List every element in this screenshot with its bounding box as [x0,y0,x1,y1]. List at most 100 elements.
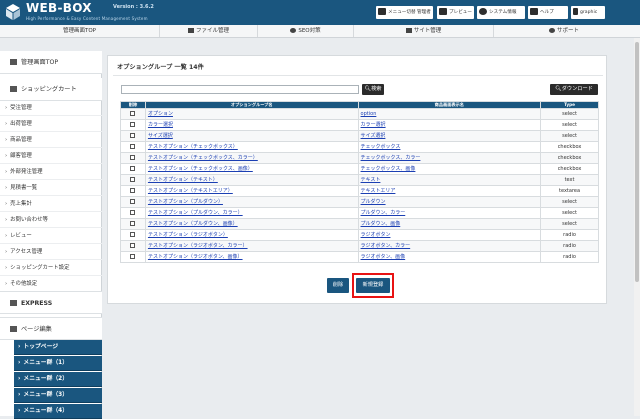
gnav-seo[interactable]: SEO対策 [258,25,354,37]
type-cell: select [540,108,599,120]
main-panel: オプショングループ 一覧 14件 🔍︎検索 🔍︎ダウンロード 削除 オプショング… [107,55,607,304]
table-row: テストオプション（チェックボックス） チェックボックス checkbox [120,141,599,153]
display-name-link[interactable]: ラジオボタン、カラー [361,243,411,249]
menu-switch-button[interactable]: メニュー切替 管理者 [376,6,433,19]
sidebar-item-toppage[interactable]: トップページ [14,340,102,355]
help-button[interactable]: ヘルプ [528,6,568,19]
display-name-link[interactable]: チェックボックス、画像 [361,166,416,172]
delete-checkbox[interactable] [130,177,136,182]
group-name-link[interactable]: テストオプション（テキスト） [148,177,218,183]
gnav-site[interactable]: サイト管理 [354,25,494,37]
display-name-link[interactable]: カラー選択 [361,122,386,128]
preview-button[interactable]: プレビュー [437,6,474,19]
group-name-link[interactable]: テストオプション（プルダウン、カラー） [148,210,243,216]
group-name-link[interactable]: カラー選択 [148,122,173,128]
group-name-link[interactable]: テストオプション（ラジオボタン、カラー） [148,243,248,249]
sidebar-top[interactable]: 管理画面TOP [0,51,102,74]
delete-checkbox[interactable] [130,155,136,160]
sidebar-item-cart-settings[interactable]: ショッピングカート設定 [0,261,102,276]
table-row: テストオプション（ラジオボタン、カラー） ラジオボタン、カラー radio [120,240,599,252]
group-name-link[interactable]: テストオプション（チェックボックス、カラー） [148,155,258,161]
gnav-support[interactable]: サポート [494,25,634,37]
display-name-link[interactable]: プルダウン、カラー [361,210,406,216]
group-name-link[interactable]: サイズ選択 [148,133,173,139]
display-name-cell: カラー選択 [357,119,542,131]
logo-cube-icon [6,4,20,20]
system-info-button[interactable]: システム情報 [477,6,525,19]
delete-checkbox[interactable] [130,144,136,149]
display-name-link[interactable]: option [361,111,377,117]
sidebar-item-inquiries[interactable]: お問い合わせ等 [0,213,102,228]
delete-checkbox[interactable] [130,232,136,237]
display-name-link[interactable]: ラジオボタン、画像 [361,254,406,260]
search-button[interactable]: 🔍︎検索 [362,84,384,95]
table-row: オプション option select [120,108,599,120]
scrollbar-thumb[interactable] [635,42,639,282]
display-name-cell: テキストエリア [357,185,542,197]
group-name-link[interactable]: テストオプション（テキストエリア） [148,188,233,194]
delete-checkbox[interactable] [130,243,136,248]
sidebar-express[interactable]: EXPRESS [0,291,102,314]
display-name-link[interactable]: プルダウン、画像 [361,221,401,227]
group-name-link[interactable]: オプション [148,111,173,117]
group-name-link[interactable]: テストオプション（チェックボックス） [148,144,238,150]
sidebar-page-edit[interactable]: ページ編集 [0,317,102,340]
sidebar-item-other-settings[interactable]: その他設定 [0,277,102,292]
monitor-icon [439,8,447,15]
display-name-link[interactable]: チェックボックス [361,144,401,150]
sidebar-item-customers[interactable]: 顧客管理 [0,149,102,164]
delete-checkbox[interactable] [130,133,136,138]
delete-checkbox[interactable] [130,221,136,226]
sidebar-item-external-orders[interactable]: 外部発注管理 [0,165,102,180]
sidebar-item-menu2[interactable]: メニュー群（2） [14,372,102,387]
user-button[interactable]: graphic [571,6,605,19]
type-cell: radio [540,229,599,241]
group-name-cell: テストオプション（ラジオボタン、画像） [144,251,359,263]
delete-button[interactable]: 削除 [327,278,349,293]
delete-cell [120,185,146,197]
delete-checkbox[interactable] [130,122,136,127]
delete-checkbox[interactable] [130,199,136,204]
search-input[interactable] [121,85,359,94]
sidebar-item-quotes[interactable]: 見積書一覧 [0,181,102,196]
sidebar-item-menu4[interactable]: メニュー群（4） [14,404,102,419]
group-name-link[interactable]: テストオプション（プルダウン） [148,199,223,205]
group-name-cell: テストオプション（チェックボックス、カラー） [144,152,359,164]
delete-checkbox[interactable] [130,188,136,193]
sidebar-item-reviews[interactable]: レビュー [0,229,102,244]
column-header-group-name: オプショングループ名 [144,101,359,109]
display-name-link[interactable]: プルダウン [361,199,386,205]
display-name-link[interactable]: サイズ選択 [361,133,386,139]
sidebar-item-orders[interactable]: 受注管理 [0,101,102,116]
group-name-link[interactable]: テストオプション（ラジオボタン、画像） [148,254,243,260]
group-name-cell: テストオプション（チェックボックス） [144,141,359,153]
sidebar-item-sales[interactable]: 売上集計 [0,197,102,212]
delete-checkbox[interactable] [130,210,136,215]
download-button[interactable]: 🔍︎ダウンロード [550,84,598,95]
display-name-cell: プルダウン、カラー [357,207,542,219]
delete-checkbox[interactable] [130,166,136,171]
display-name-link[interactable]: テキスト [361,177,381,183]
group-name-link[interactable]: テストオプション（ラジオボタン） [148,232,228,238]
sidebar-item-shipping[interactable]: 出荷管理 [0,117,102,132]
sidebar-shop[interactable]: ショッピングカート [0,78,102,101]
sidebar-item-menu1[interactable]: メニュー群（1） [14,356,102,371]
display-name-link[interactable]: テキストエリア [361,188,396,194]
delete-checkbox[interactable] [130,111,136,116]
display-name-link[interactable]: ラジオボタン [361,232,391,238]
group-name-link[interactable]: テストオプション（プルダウン、画像） [148,221,238,227]
gnav-top[interactable]: 管理画面TOP [0,25,160,37]
sidebar-item-access[interactable]: アクセス管理 [0,245,102,260]
sidebar-item-menu3[interactable]: メニュー群（3） [14,388,102,403]
support-icon [548,28,555,33]
image-icon [187,28,194,33]
group-name-link[interactable]: テストオプション（チェックボックス、画像） [148,166,253,172]
delete-cell [120,174,146,186]
sidebar: 管理画面TOP ショッピングカート 受注管理 出荷管理 商品管理 顧客管理 外部… [0,51,102,419]
delete-checkbox[interactable] [130,254,136,259]
display-name-link[interactable]: チェックボックス、カラー [361,155,421,161]
gnav-file[interactable]: ファイル管理 [160,25,258,37]
type-cell: select [540,218,599,230]
sidebar-item-products[interactable]: 商品管理 [0,133,102,148]
new-register-button[interactable]: 新規登録 [356,278,390,293]
